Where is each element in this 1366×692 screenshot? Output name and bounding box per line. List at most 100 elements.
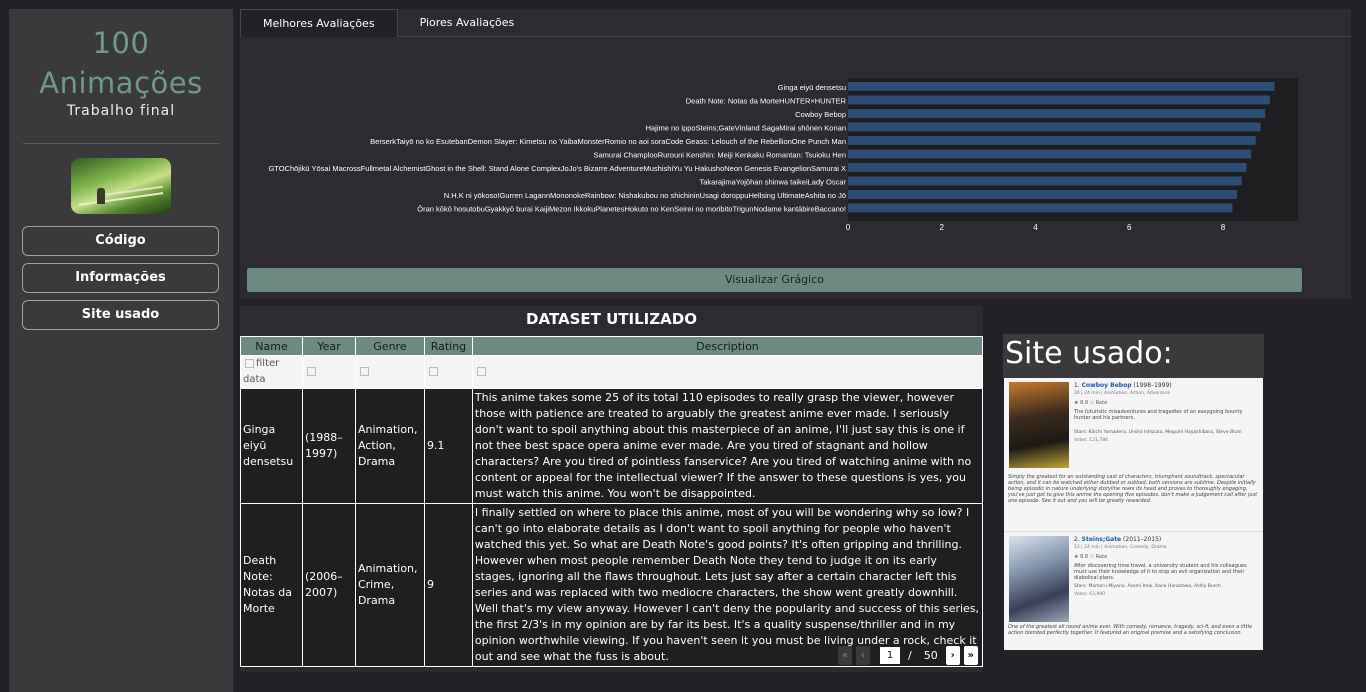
chart-bar [848,203,1233,213]
entry-title: 1. Cowboy Bebop (1998–1999) [1074,382,1172,389]
site-used-title: Site usado: [1003,334,1264,378]
anime-thumbnail-image [71,158,171,214]
cell-year: (1988–1997) [301,388,356,504]
site-entry: 2. Steins;Gate (2011–2015) 12 | 24 min |… [1004,532,1263,650]
entry-title-link[interactable]: Steins;Gate [1082,536,1121,543]
entry-title-link[interactable]: Cowboy Bebop [1082,382,1132,389]
nav-button-codigo[interactable]: Código [22,226,219,256]
filter-checkbox[interactable] [476,366,486,376]
entry-review: Simply the greatest for an outstanding c… [1008,474,1258,504]
x-tick-label: 2 [940,223,945,232]
chart-bar [848,82,1275,91]
filter-cell-year[interactable] [301,355,356,389]
dataset-title: DATASET UTILIZADO [526,310,697,328]
column-header-description[interactable]: Description [471,336,984,356]
filter-cell-description[interactable] [471,355,984,389]
x-tick-label: 0 [846,223,851,232]
entry-rating-value: ★ 8.9 [1074,400,1089,406]
cell-rating: 9.1 [423,388,473,504]
entry-review: One of the greatest all round anime ever… [1008,624,1253,636]
chart-panel: Melhores Avaliações Piores Avaliações Gi… [240,9,1351,299]
cell-name: Death Note: Notas da Morte [240,503,303,667]
poster-image [1009,382,1069,468]
column-header-year[interactable]: Year [301,336,356,356]
tab-piores-avaliacoes[interactable]: Piores Avaliações [398,9,537,37]
next-page-button[interactable]: › [945,646,960,665]
filter-checkbox[interactable] [359,366,369,376]
entry-rating: ★ 8.9 ☆ Rate [1074,400,1107,406]
entry-index: 2. [1074,536,1080,543]
dataset-panel: DATASET UTILIZADO Name Year Genre Rating… [240,306,984,672]
filter-checkbox[interactable] [245,358,254,368]
entry-rating-value: ★ 8.8 [1074,554,1089,560]
entry-stars: Stars: Mamoru Miyano, Asami Imai, Kana H… [1074,584,1221,589]
category-label: GTOChōjikū Yōsai MacrossFullmetal Alchem… [268,164,846,173]
entry-rate-button[interactable]: ☆ Rate [1090,554,1108,560]
cell-genre: Animation, Crime, Drama [354,503,425,667]
last-page-button[interactable]: » [963,646,978,665]
cell-description: This anime takes some 25 of its total 11… [471,388,984,504]
table-row[interactable]: Death Note: Notas da Morte (2006–2007) A… [240,503,984,667]
column-header-rating[interactable]: Rating [423,336,473,356]
app-subtitle: Trabalho final [66,103,176,119]
chart-bar [848,163,1247,172]
column-header-name[interactable]: Name [240,336,303,356]
entry-votes: Votes: 121,786 [1074,438,1108,443]
category-label: Hajime no ippoSteins;GateVinland SagaMir… [646,123,846,132]
entry-stars: Stars: Kōichi Yamadera, Unshō Ishizuka, … [1074,430,1242,435]
table-header-row: Name Year Genre Rating Description [240,336,984,356]
entry-description: The futuristic misadventures and tragedi… [1074,409,1243,421]
page-number-input[interactable]: 1 [880,647,900,664]
cell-rating: 9 [423,503,473,667]
entry-years: (1998–1999) [1133,382,1172,389]
category-label: N.H.K ni yōkoso!Gurren LagannMononokeRai… [444,191,846,200]
nav-button-informacoes[interactable]: Informações [22,263,219,293]
brand: 100 Animações Trabalho final [9,23,233,119]
chart-bar [848,122,1261,132]
chart-bar [848,136,1256,145]
entry-meta: 26 | 24 min | Animation, Action, Adventu… [1074,391,1171,396]
site-screenshot: 1. Cowboy Bebop (1998–1999) 26 | 24 min … [1004,378,1263,650]
chart-bar [848,176,1242,186]
pagination: « ‹ 1 / 50 › » [838,646,978,665]
filter-cell-rating[interactable] [423,355,473,389]
first-page-button[interactable]: « [838,646,852,665]
x-tick-label: 8 [1221,223,1226,232]
category-label: Cowboy Bebop [795,110,846,119]
category-label: Ōran kōkō hosutobuGyakkyō burai KaijiMez… [417,204,846,213]
ratings-chart: Ginga eiyū densetsu Death Note: Notas da … [240,38,1351,238]
category-label: Ginga eiyū densetsu [778,83,846,92]
chart-bar [848,109,1266,118]
entry-rating: ★ 8.8 ☆ Rate [1074,554,1107,560]
entry-description: After discovering time travel, a univers… [1074,563,1247,581]
category-label: Samurai ChamplooRurouni Kenshin: Meiji K… [594,150,847,159]
site-entry: 1. Cowboy Bebop (1998–1999) 26 | 24 min … [1004,378,1263,532]
sidebar-divider [23,143,219,144]
chart-bar [848,190,1238,199]
view-chart-button[interactable]: Visualizar Grágico [247,268,1302,292]
ratings-bar-chart: Ginga eiyū densetsu Death Note: Notas da … [268,78,1298,232]
filter-cell-name[interactable]: filter data [240,355,303,389]
filter-cell-genre[interactable] [354,355,425,389]
filter-row: filter data [240,355,984,389]
entry-title: 2. Steins;Gate (2011–2015) [1074,536,1161,543]
sidebar: 100 Animações Trabalho final Código Info… [9,9,233,692]
category-label: BerserkTaiyō no ko EsutebanDemon Slayer:… [370,137,846,146]
column-header-genre[interactable]: Genre [354,336,425,356]
prev-page-button[interactable]: ‹ [856,646,870,665]
filter-checkbox[interactable] [428,366,438,376]
poster-image [1009,536,1069,622]
table-row[interactable]: Ginga eiyū densetsu (1988–1997) Animatio… [240,388,984,504]
entry-years: (2011–2015) [1123,536,1162,543]
x-tick-label: 6 [1127,223,1132,232]
tab-bar: Melhores Avaliações Piores Avaliações [240,9,1351,37]
thumbnail-figure [97,188,105,204]
entry-rate-button[interactable]: ☆ Rate [1090,400,1108,406]
cell-genre: Animation, Action, Drama [354,388,425,504]
total-pages: 50 [923,649,938,662]
app-title-line1: 100 [92,26,150,60]
filter-checkbox[interactable] [306,366,316,376]
nav-button-site-usado[interactable]: Site usado [22,300,219,330]
tab-melhores-avaliacoes[interactable]: Melhores Avaliações [240,9,398,37]
category-label: Death Note: Notas da MorteHUNTER×HUNTER [686,96,847,105]
